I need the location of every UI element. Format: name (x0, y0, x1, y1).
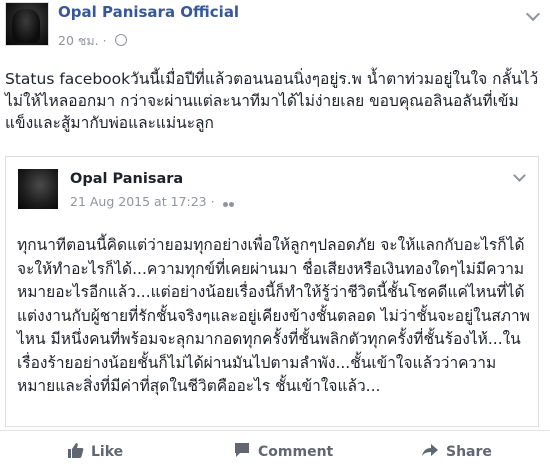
comment-label: Comment (258, 444, 334, 460)
chevron-down-icon[interactable] (525, 6, 541, 22)
like-label: Like (91, 444, 124, 460)
shared-text: ทุกนาทีตอนนี้คิดแต่ว่ายอมทุกอย่างเพื่อให… (17, 236, 530, 395)
post-time[interactable]: 20 ชม. (58, 33, 99, 48)
share-icon (422, 444, 438, 456)
shared-meta: 21 Aug 2015 at 17:23 · (70, 194, 235, 210)
shared-author-avatar[interactable] (18, 169, 58, 209)
shared-post[interactable]: Opal Panisara 21 Aug 2015 at 17:23 · ทุก… (5, 156, 539, 427)
like-button[interactable]: Like (66, 441, 123, 460)
friends-icon (222, 195, 235, 210)
shared-date[interactable]: 21 Aug 2015 at 17:23 (70, 194, 207, 209)
comment-icon (235, 443, 249, 457)
globe-icon (114, 34, 127, 46)
action-bar: Like Comment Share (0, 430, 550, 471)
share-button[interactable]: Share (421, 441, 492, 460)
share-label: Share (446, 444, 492, 460)
author-avatar[interactable] (5, 2, 49, 46)
facebook-post: Opal Panisara Official 20 ชม. · Status f… (0, 0, 550, 476)
meta-separator: · (102, 33, 107, 48)
like-icon (68, 443, 84, 458)
post-meta: 20 ชม. · (58, 31, 127, 51)
author-name[interactable]: Opal Panisara Official (58, 3, 239, 21)
shared-chevron-down-icon[interactable] (513, 169, 526, 182)
status-text: Status facebookวันนี้เมื่อปีที่แล้วตอนนอ… (5, 70, 539, 132)
shared-author-name[interactable]: Opal Panisara (70, 171, 183, 187)
shared-separator: · (210, 194, 215, 209)
comment-button[interactable]: Comment (233, 441, 333, 460)
